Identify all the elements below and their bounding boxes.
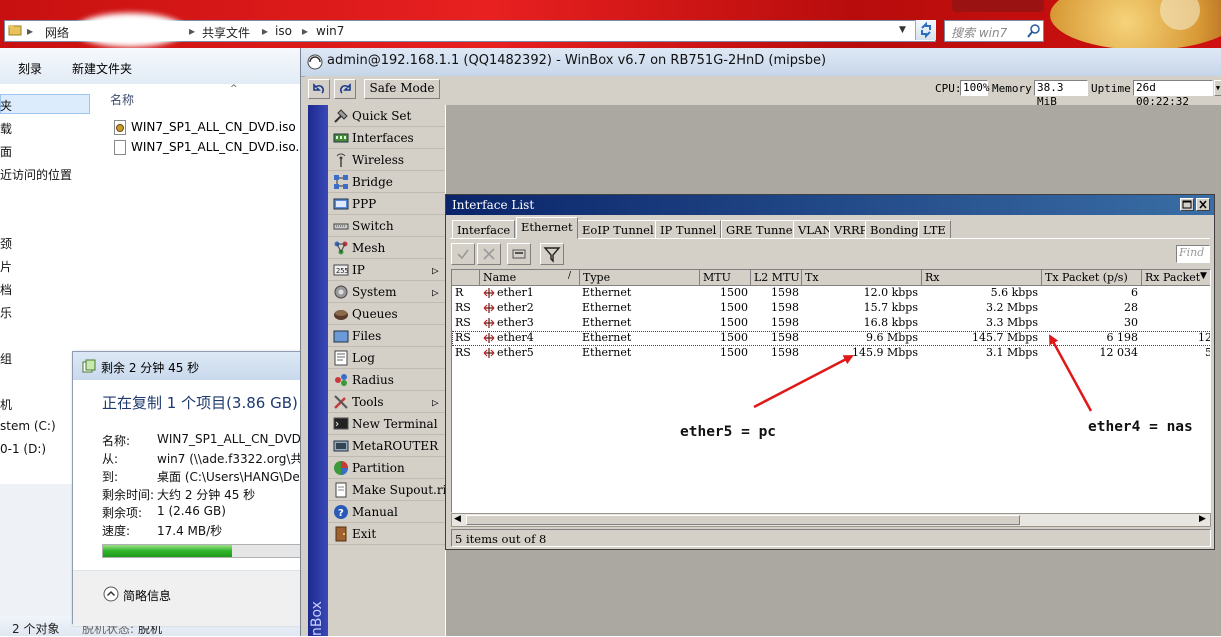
- annotation-arrows: [753, 334, 1093, 412]
- tab-ethernet[interactable]: Ethernet: [516, 217, 578, 239]
- annotation-ether5-pc: ether5 = pc: [680, 424, 777, 440]
- arrow-ether5: [753, 354, 854, 409]
- arrow-ether4: [1048, 334, 1093, 412]
- annotation-ether4-nas: ether4 = nas: [1088, 419, 1193, 435]
